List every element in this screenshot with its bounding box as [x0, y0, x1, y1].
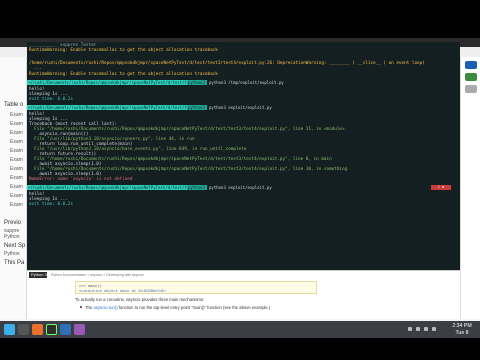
show-desktop-icon[interactable] [18, 324, 29, 335]
toc-item[interactable]: Exam [10, 112, 23, 118]
toolbar-button-1[interactable] [465, 61, 477, 69]
paragraph: To actually run a coroutine, asyncio pro… [75, 297, 205, 302]
toc-item[interactable]: Exam [10, 193, 23, 199]
term-line: RuntimeWarning: Enable tracemalloc to ge… [29, 48, 218, 53]
files-icon[interactable] [60, 324, 71, 335]
toolbar-button-2[interactable] [465, 73, 477, 81]
previous-link-2[interactable]: Python [4, 234, 20, 240]
next-link[interactable]: Python [4, 251, 20, 257]
editor-icon[interactable] [74, 324, 85, 335]
toc-sidebar: Table o Exam Exam Exam Exam Exam Exam Exam Exam… [0, 57, 27, 319]
toc-item[interactable]: Exam [10, 175, 23, 181]
documentation-page: Python 3 Python Documentation > asyncio … [27, 270, 460, 319]
asyncio-run-link[interactable]: asyncio.run() [93, 305, 117, 310]
toc-item[interactable]: Exam [10, 157, 23, 163]
term-line: /home/rushi/Documents/rushi/Repos/qmpsok… [29, 61, 425, 66]
prompt-git: python3 [187, 105, 207, 110]
toc-item[interactable]: Exam [10, 166, 23, 172]
browser-icon[interactable] [32, 324, 43, 335]
right-toolbar [460, 57, 480, 319]
app-launcher-icon[interactable] [4, 324, 15, 335]
prompt-path: ~/rushi/Documents/rushi/Repos/qmpsokdkjm… [28, 80, 197, 85]
list-item-suffix: function to run the top-level entry poin… [117, 305, 271, 310]
doc-logo[interactable]: Python 3 [29, 272, 47, 278]
term-line: NameError: name 'asyncio' is not defined [29, 177, 133, 182]
code-example: >>> main() <coroutine object main at 0x1… [75, 281, 317, 294]
prompt-command: python3 exploit/exploit.py [209, 185, 272, 190]
toc-item[interactable]: Exam [10, 148, 23, 154]
battery-icon[interactable] [424, 327, 428, 331]
prompt-path: ~/rushi/Documents/rushi/Repos/qmpsokdkjm… [28, 185, 197, 190]
prompt-command: python3 exploit/exploit.py [209, 105, 272, 110]
network-icon[interactable] [408, 327, 412, 331]
volume-icon[interactable] [416, 327, 420, 331]
prompt-2: ~/rushi/Documents/rushi/Repos/qmpsokdkjm… [27, 105, 207, 110]
prompt-1: ~/rushi/Documents/rushi/Repos/qmpsokdkjm… [27, 80, 207, 85]
term-line: exit time: 0.0.2s [29, 97, 73, 102]
toc-item[interactable]: Exam [10, 139, 23, 145]
toc-item[interactable]: Exam [10, 121, 23, 127]
term-line: exit time: 0.0.2s [29, 202, 73, 207]
toc-item[interactable]: Exam [10, 130, 23, 136]
prompt-git: python3 [187, 80, 207, 85]
previous-heading: Previo [4, 220, 22, 226]
prompt-command: python3 /tmp/exploit/exploit.py [209, 80, 284, 85]
toc-item[interactable]: Exam [10, 184, 23, 190]
terminal-icon[interactable] [46, 324, 57, 335]
term-line: RuntimeWarning: Enable tracemalloc to ge… [29, 72, 218, 77]
prompt-path: ~/rushi/Documents/rushi/Repos/qmpsokdkjm… [28, 105, 197, 110]
screen: Table o Exam Exam Exam Exam Exam Exam Exam Exam… [0, 0, 480, 360]
clock[interactable]: 2:34 PM Tue 8 [446, 323, 478, 336]
clock-date: Tue 8 [455, 329, 469, 336]
error-status-badge: 1 ✘ [431, 185, 451, 190]
toolbar-button-3[interactable] [465, 85, 477, 93]
next-heading: Next Sp [4, 243, 26, 249]
taskbar: 2:34 PM Tue 8 [0, 321, 480, 338]
breadcrumb[interactable]: Python Documentation > asyncio > Develop… [51, 273, 144, 277]
term-line: ... [29, 66, 42, 71]
this-page-heading: This Pa [4, 260, 25, 266]
terminal-window[interactable]: ___________ suppres Tester RuntimeWarnin… [27, 42, 460, 270]
toc-title: Table o [4, 102, 24, 108]
notifications-icon[interactable] [432, 327, 436, 331]
toc-item[interactable]: Exam [10, 202, 23, 208]
bullet [80, 306, 82, 308]
prompt-git: python3 [187, 185, 207, 190]
code-output: <coroutine object main at 0x1053bb7c8> [79, 288, 166, 293]
list-item: The asyncio.run() function to run the to… [85, 305, 270, 310]
desktop: Table o Exam Exam Exam Exam Exam Exam Exam Exam… [0, 38, 480, 321]
prompt-3: ~/rushi/Documents/rushi/Repos/qmpsokdkjm… [27, 185, 207, 190]
